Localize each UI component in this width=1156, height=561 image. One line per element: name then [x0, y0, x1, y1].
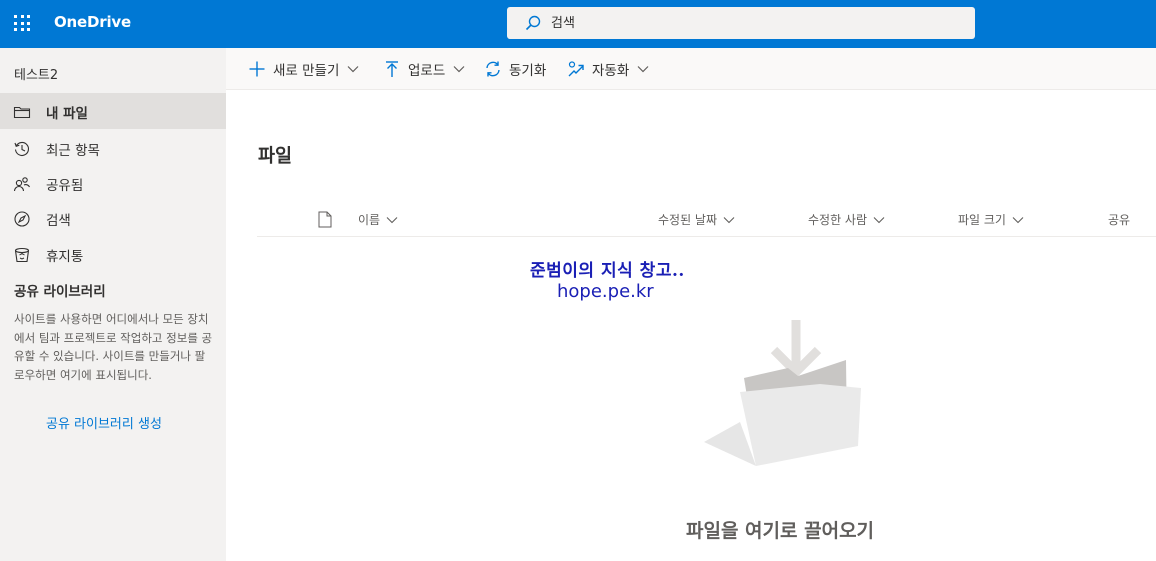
column-label: 파일 크기 — [958, 213, 1006, 227]
new-button[interactable]: 새로 만들기 — [248, 48, 359, 90]
chevron-down-icon — [1012, 216, 1024, 223]
shared-libraries-heading: 공유 라이브러리 — [14, 284, 106, 300]
sync-button[interactable]: 동기화 — [484, 48, 546, 90]
watermark-url: hope.pe.kr — [557, 281, 654, 302]
people-icon — [13, 177, 31, 192]
column-header-modified[interactable]: 수정된 날짜 — [658, 211, 735, 228]
column-label: 수정한 사람 — [808, 213, 868, 227]
column-header-modified-by[interactable]: 수정한 사람 — [808, 211, 885, 228]
command-bar: 새로 만들기 업로드 동기화 자동화 — [226, 48, 1156, 90]
plus-icon — [249, 61, 265, 77]
sync-label: 동기화 — [509, 63, 547, 79]
automate-icon — [568, 61, 584, 77]
sidebar-item-recent[interactable]: 최근 항목 — [0, 130, 226, 166]
sync-icon — [486, 61, 500, 77]
automate-button[interactable]: 자동화 — [567, 48, 649, 90]
upload-icon — [386, 61, 398, 77]
chevron-down-icon — [347, 66, 359, 73]
search-icon — [525, 15, 541, 31]
chevron-down-icon — [386, 216, 398, 223]
sidebar-item-label: 공유됨 — [46, 178, 84, 194]
automate-label: 자동화 — [592, 63, 630, 79]
sidebar-item-label: 휴지통 — [46, 249, 84, 265]
chevron-down-icon — [723, 216, 735, 223]
chevron-down-icon — [453, 66, 465, 73]
empty-folder-illustration — [704, 320, 861, 466]
top-bar: OneDrive — [0, 0, 1156, 48]
sidebar-item-label: 최근 항목 — [46, 143, 100, 159]
search-input[interactable] — [551, 13, 951, 33]
sidebar-item-discover[interactable]: 검색 — [0, 200, 226, 236]
watermark-title: 준범이의 지식 창고.. — [530, 261, 685, 281]
recycle-bin-icon — [14, 247, 30, 263]
column-label: 이름 — [358, 213, 381, 227]
upload-button[interactable]: 업로드 — [383, 48, 465, 90]
chevron-down-icon — [873, 216, 885, 223]
create-shared-library-link[interactable]: 공유 라이브러리 생성 — [46, 413, 162, 432]
new-label: 새로 만들기 — [273, 63, 340, 79]
page-title: 파일 — [258, 146, 293, 167]
sidebar-item-my-files[interactable]: 내 파일 — [0, 93, 226, 129]
column-header-sharing[interactable]: 공유 — [1108, 211, 1130, 228]
column-header-name[interactable]: 이름 — [358, 211, 398, 228]
sidebar-item-label: 검색 — [46, 213, 71, 229]
chevron-down-icon — [637, 66, 649, 73]
sidebar-item-recycle-bin[interactable]: 휴지통 — [0, 236, 226, 272]
upload-label: 업로드 — [408, 63, 446, 79]
folder-icon — [13, 106, 31, 119]
app-name[interactable]: OneDrive — [54, 13, 131, 31]
history-icon — [14, 141, 29, 156]
discover-icon — [14, 211, 30, 227]
file-type-icon[interactable] — [318, 211, 332, 228]
column-header-file-size[interactable]: 파일 크기 — [958, 211, 1024, 228]
shared-libraries-description: 사이트를 사용하면 어디에서나 모든 장치에서 팀과 프로젝트로 작업하고 정보… — [14, 312, 213, 382]
sidebar-item-shared[interactable]: 공유됨 — [0, 165, 226, 201]
search-box[interactable] — [507, 7, 975, 39]
column-label: 공유 — [1108, 213, 1131, 227]
empty-state-message: 파일을 여기로 끌어오기 — [686, 520, 875, 542]
user-name: 테스트2 — [14, 68, 59, 83]
column-label: 수정된 날짜 — [658, 213, 718, 227]
sidebar-item-label: 내 파일 — [46, 106, 88, 122]
file-list-header: 이름 수정된 날짜 수정한 사람 파일 크기 공유 — [257, 200, 1156, 237]
app-launcher-icon[interactable] — [14, 15, 30, 31]
sidebar: 테스트2 내 파일 최근 항목 공유됨 검색 휴지통 공유 라이브러리 사이트를… — [0, 48, 226, 561]
